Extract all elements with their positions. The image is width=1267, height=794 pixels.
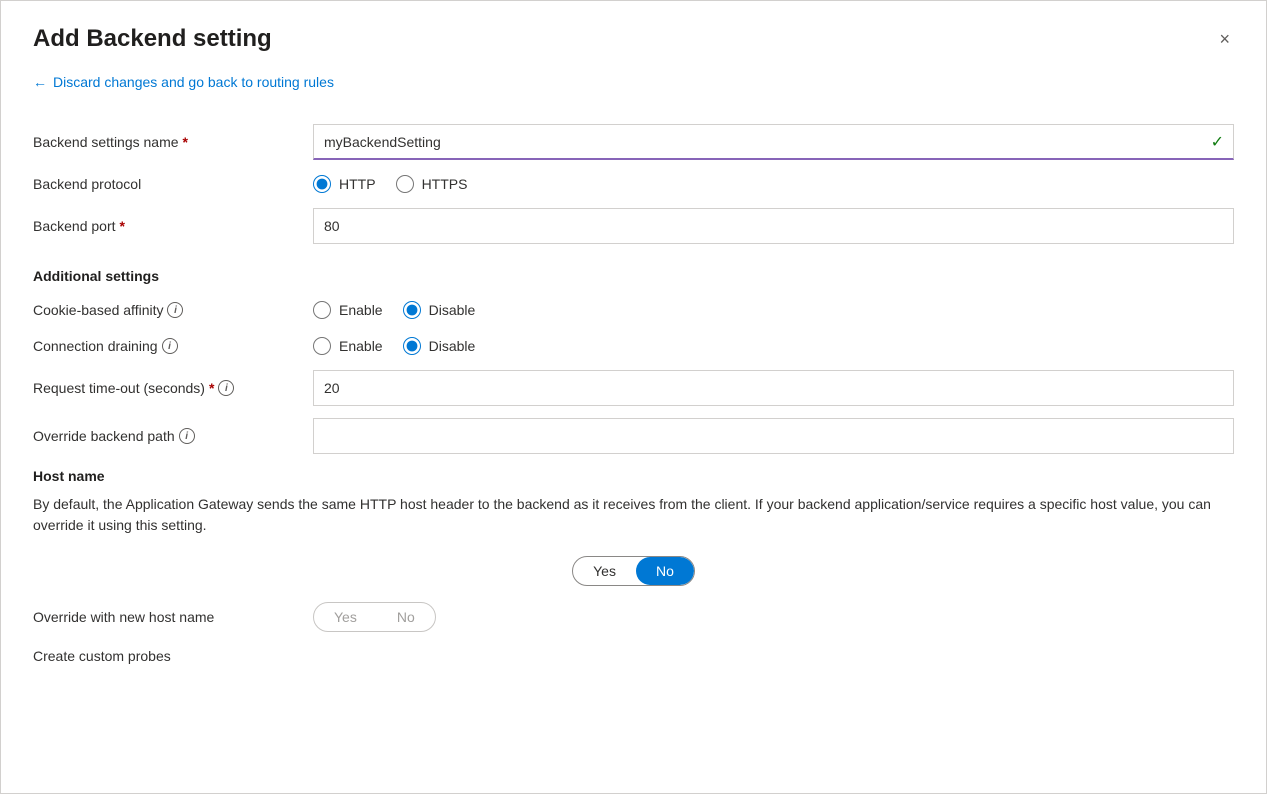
protocol-http-radio[interactable] [313,175,331,193]
backend-settings-name-wrapper: ✓ [313,124,1234,160]
override-new-hostname-label: Override with new host name [33,609,313,625]
required-star-port: * [120,218,125,234]
connection-draining-radio-group: Enable Disable [313,337,1234,355]
protocol-http-label: HTTP [339,176,376,192]
cookie-enable-option[interactable]: Enable [313,301,383,319]
connection-draining-info-icon[interactable]: i [162,338,178,354]
required-star-timeout: * [209,380,214,396]
backend-port-input[interactable] [313,208,1234,244]
cookie-disable-radio[interactable] [403,301,421,319]
protocol-https-radio[interactable] [396,175,414,193]
draining-disable-radio[interactable] [403,337,421,355]
create-custom-probes-label: Create custom probes [33,648,313,664]
checkmark-icon: ✓ [1211,132,1224,152]
request-timeout-cell [313,364,1234,412]
override-new-hostname-no-button: No [377,603,435,631]
request-timeout-info-icon[interactable]: i [218,380,234,396]
draining-enable-radio[interactable] [313,337,331,355]
hostname-no-button[interactable]: No [636,557,694,585]
form-grid: Backend settings name * ✓ Backend protoc… [33,118,1234,664]
cookie-enable-label: Enable [339,302,383,318]
cookie-affinity-cell: Enable Disable [313,295,1234,325]
hostname-section: Host name By default, the Application Ga… [33,468,1234,664]
hostname-toggle-group: Yes No [572,556,695,586]
override-backend-path-cell [313,412,1234,460]
request-timeout-label: Request time-out (seconds) * i [33,370,313,406]
draining-disable-option[interactable]: Disable [403,337,476,355]
hostname-toggle-row: Yes No [33,556,1234,586]
dialog-title: Add Backend setting [33,25,272,53]
additional-settings-header: Additional settings [33,250,1234,292]
create-custom-probes-row: Create custom probes [33,648,1234,664]
protocol-http-option[interactable]: HTTP [313,175,376,193]
backend-settings-name-label: Backend settings name * [33,124,313,160]
protocol-https-option[interactable]: HTTPS [396,175,468,193]
override-backend-path-input[interactable] [313,418,1234,454]
connection-draining-cell: Enable Disable [313,331,1234,361]
draining-enable-option[interactable]: Enable [313,337,383,355]
request-timeout-input[interactable] [313,370,1234,406]
override-new-hostname-toggle-group: Yes No [313,602,436,632]
hostname-yes-button[interactable]: Yes [573,557,636,585]
cookie-affinity-radio-group: Enable Disable [313,301,1234,319]
add-backend-setting-dialog: Add Backend setting × ← Discard changes … [0,0,1267,794]
protocol-https-label: HTTPS [422,176,468,192]
override-backend-path-info-icon[interactable]: i [179,428,195,444]
cookie-enable-radio[interactable] [313,301,331,319]
dialog-header: Add Backend setting × [33,25,1234,54]
override-new-hostname-yes-button: Yes [314,603,377,631]
draining-disable-label: Disable [429,338,476,354]
required-star: * [183,134,188,150]
hostname-description: By default, the Application Gateway send… [33,494,1234,536]
back-link[interactable]: ← Discard changes and go back to routing… [33,74,334,90]
override-backend-path-label: Override backend path i [33,418,313,454]
cookie-disable-label: Disable [429,302,476,318]
connection-draining-label: Connection draining i [33,328,313,364]
hostname-header: Host name [33,468,1234,484]
back-arrow-icon: ← [33,74,47,90]
backend-protocol-radio-group: HTTP HTTPS [313,175,1234,193]
backend-protocol-label: Backend protocol [33,166,313,202]
backend-port-label: Backend port * [33,208,313,244]
backend-settings-name-cell: ✓ [313,118,1234,166]
backend-port-cell [313,202,1234,250]
close-button[interactable]: × [1215,25,1234,54]
backend-protocol-cell: HTTP HTTPS [313,169,1234,199]
cookie-affinity-info-icon[interactable]: i [167,302,183,318]
draining-enable-label: Enable [339,338,383,354]
back-link-text: Discard changes and go back to routing r… [53,74,334,90]
override-new-hostname-toggle-cell: Yes No [313,602,1234,632]
cookie-disable-option[interactable]: Disable [403,301,476,319]
cookie-affinity-label: Cookie-based affinity i [33,292,313,328]
override-new-hostname-row: Override with new host name Yes No [33,602,1234,632]
backend-settings-name-input[interactable] [313,124,1234,160]
